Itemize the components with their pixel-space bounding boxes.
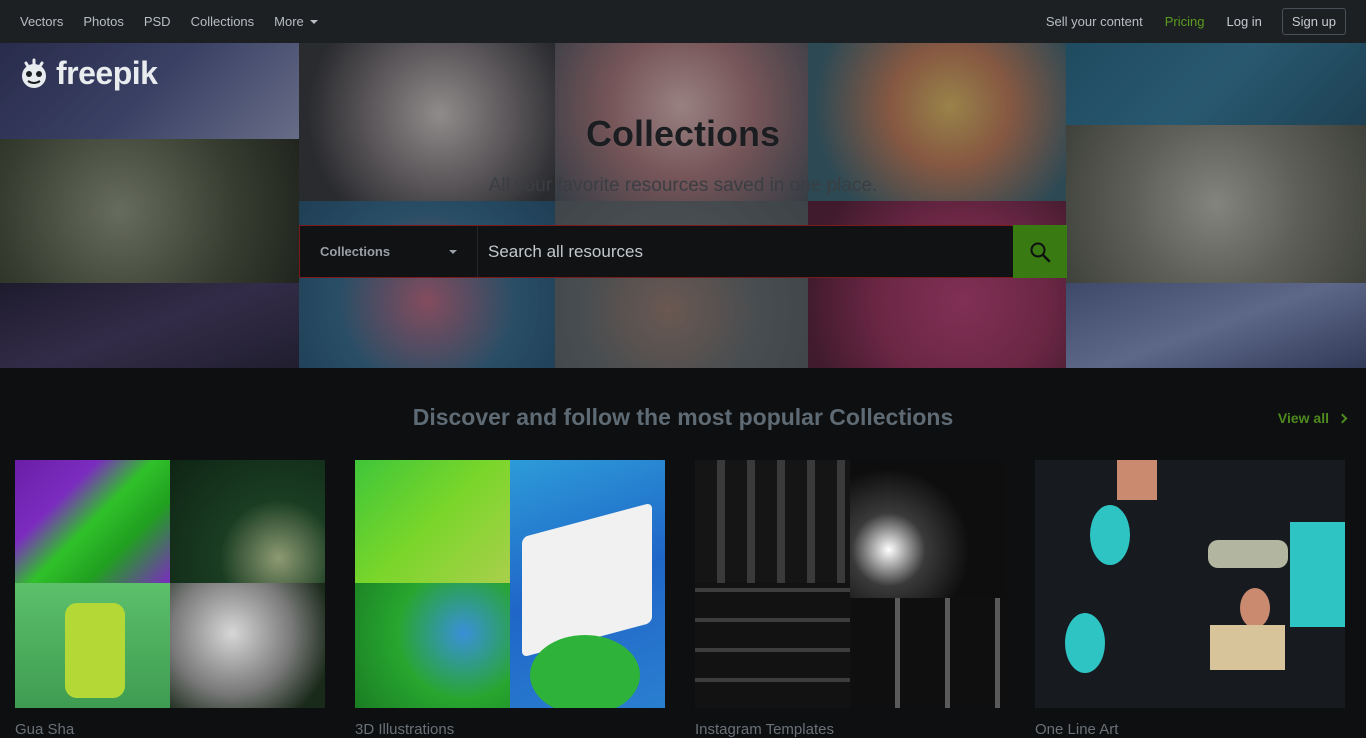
search-icon bbox=[1030, 242, 1051, 262]
freepik-logo[interactable]: freepik bbox=[16, 55, 158, 92]
search-button[interactable] bbox=[1013, 225, 1067, 278]
pricing-link[interactable]: Pricing bbox=[1165, 14, 1205, 29]
collection-thumbnail bbox=[1190, 460, 1345, 708]
collection-thumbnail bbox=[850, 598, 1005, 708]
login-link[interactable]: Log in bbox=[1226, 14, 1261, 29]
collection-thumbnail bbox=[510, 460, 665, 708]
collection-thumbnail bbox=[1035, 583, 1190, 708]
collection-thumbnail bbox=[695, 583, 850, 708]
collection-name[interactable]: Instagram Templates bbox=[695, 721, 834, 738]
chevron-down-icon bbox=[449, 249, 457, 254]
collection-card-instagram-templates[interactable] bbox=[695, 460, 1005, 708]
search-bar: Collections bbox=[299, 225, 1067, 278]
collection-thumbnail bbox=[1035, 460, 1190, 583]
collection-thumbnail bbox=[355, 460, 510, 583]
collection-card-3d-illustrations[interactable] bbox=[355, 460, 665, 708]
freepik-logo-icon bbox=[22, 58, 46, 88]
search-input[interactable] bbox=[478, 226, 1013, 277]
chevron-right-icon bbox=[1337, 413, 1348, 423]
collection-name[interactable]: Gua Sha bbox=[15, 721, 74, 738]
view-all-label: View all bbox=[1277, 410, 1329, 426]
collection-thumbnail bbox=[170, 460, 325, 583]
search-filter-label: Collections bbox=[320, 244, 391, 259]
collection-thumbnail bbox=[15, 583, 170, 708]
collection-name[interactable]: One Line Art bbox=[1035, 721, 1118, 738]
sell-content-link[interactable]: Sell your content bbox=[1046, 14, 1143, 29]
logo-text: freepik bbox=[56, 55, 158, 91]
collection-thumbnail bbox=[15, 460, 170, 583]
nav-left-menu: Vectors Photos PSD Collections More bbox=[20, 14, 338, 29]
section-title: Discover and follow the most popular Col… bbox=[412, 404, 954, 430]
hero-banner: freepik Collections All your favorite re… bbox=[0, 43, 1366, 368]
page-subtitle: All your favorite resources saved in one… bbox=[488, 175, 878, 196]
collection-thumbnail bbox=[170, 583, 325, 708]
collection-name[interactable]: 3D Illustrations bbox=[355, 721, 454, 738]
collection-thumbnail bbox=[355, 583, 510, 708]
nav-psd[interactable]: PSD bbox=[144, 14, 171, 29]
nav-photos[interactable]: Photos bbox=[83, 14, 123, 29]
nav-more-label: More bbox=[274, 14, 304, 29]
collection-card-gua-sha[interactable] bbox=[15, 460, 325, 708]
nav-more[interactable]: More bbox=[274, 14, 318, 29]
chevron-down-icon bbox=[309, 19, 318, 24]
hero-overlay bbox=[0, 43, 1366, 368]
view-all-link[interactable]: View all bbox=[1277, 410, 1348, 426]
signup-button[interactable]: Sign up bbox=[1281, 8, 1346, 35]
collection-thumbnail bbox=[850, 460, 1005, 598]
search-filter-select[interactable]: Collections bbox=[300, 226, 478, 277]
nav-vectors[interactable]: Vectors bbox=[20, 14, 63, 29]
nav-collections[interactable]: Collections bbox=[191, 14, 255, 29]
collection-thumbnail bbox=[695, 460, 850, 583]
nav-right-menu: Sell your content Pricing Log in Sign up bbox=[1024, 8, 1346, 35]
page-title: Collections bbox=[585, 113, 781, 154]
top-navigation: Vectors Photos PSD Collections More Sell… bbox=[0, 0, 1366, 43]
collection-card-one-line-art[interactable] bbox=[1035, 460, 1345, 708]
